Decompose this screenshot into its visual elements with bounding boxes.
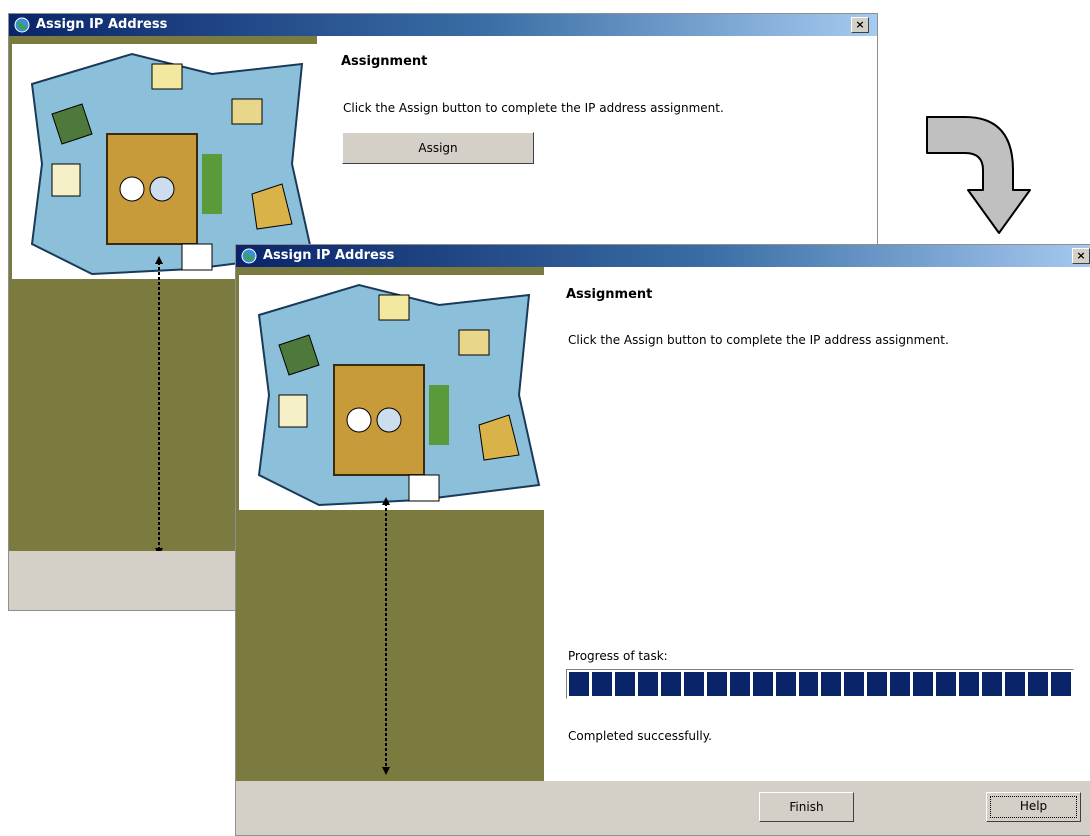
progress-segment <box>683 672 704 696</box>
status-text: Completed successfully. <box>568 729 712 743</box>
close-button[interactable]: × <box>851 17 869 33</box>
finish-button[interactable]: Finish <box>759 792 854 822</box>
progress-segment <box>706 672 727 696</box>
title-bar: Assign IP Address × <box>236 245 1090 267</box>
progress-segment <box>1051 672 1071 696</box>
progress-segment <box>752 672 773 696</box>
progress-label: Progress of task: <box>568 649 668 663</box>
close-icon: × <box>1076 249 1086 262</box>
progress-segment <box>729 672 750 696</box>
curved-arrow-down-icon <box>926 116 1031 234</box>
progress-segment <box>591 672 612 696</box>
window-title: Assign IP Address <box>263 248 395 263</box>
progress-segment <box>821 672 842 696</box>
progress-bar <box>566 669 1074 699</box>
progress-segment <box>637 672 658 696</box>
progress-segment <box>569 672 589 696</box>
globe-network-icon <box>14 17 30 33</box>
height-indicator-arrow <box>382 497 390 775</box>
page-description: Click the Assign button to complete the … <box>568 333 949 347</box>
footer-bar: Finish Help <box>236 781 1090 835</box>
progress-segment <box>913 672 934 696</box>
progress-segment <box>1028 672 1049 696</box>
progress-segment <box>959 672 980 696</box>
finish-button-label: Finish <box>789 800 824 814</box>
progress-segment <box>867 672 888 696</box>
progress-segment <box>775 672 796 696</box>
progress-segment <box>890 672 911 696</box>
assign-ip-window-after: Assign IP Address × Assignment Click the… <box>235 244 1090 836</box>
height-indicator-arrow <box>155 256 163 556</box>
page-heading: Assignment <box>341 54 428 69</box>
page-description: Click the Assign button to complete the … <box>343 101 724 115</box>
illustration-image <box>239 275 544 510</box>
progress-segment <box>660 672 681 696</box>
window-title: Assign IP Address <box>36 17 168 32</box>
help-button-label: Help <box>1019 799 1048 813</box>
progress-segment <box>982 672 1003 696</box>
progress-segment <box>798 672 819 696</box>
progress-segment <box>614 672 635 696</box>
side-panel <box>236 267 544 781</box>
globe-network-icon <box>241 248 257 264</box>
assign-button[interactable]: Assign <box>342 132 534 164</box>
help-button[interactable]: Help <box>986 792 1081 822</box>
progress-segment <box>844 672 865 696</box>
page-heading: Assignment <box>566 287 653 302</box>
close-icon: × <box>855 18 865 31</box>
progress-segment <box>1005 672 1026 696</box>
progress-segment <box>936 672 957 696</box>
assign-button-label: Assign <box>418 141 458 155</box>
close-button[interactable]: × <box>1072 248 1090 264</box>
title-bar: Assign IP Address × <box>9 14 877 36</box>
